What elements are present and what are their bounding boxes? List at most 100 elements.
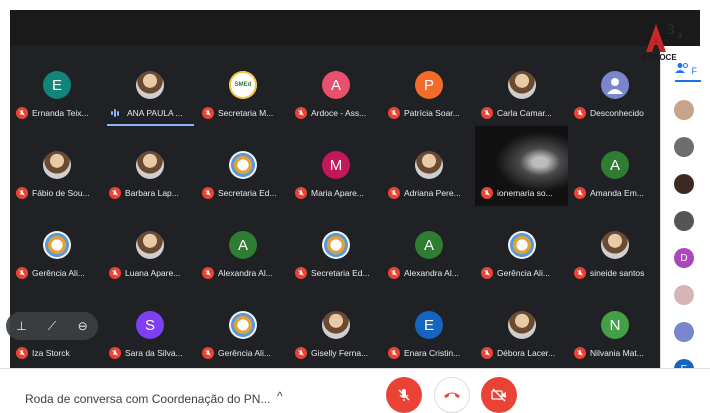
avatar-badge: SMEd <box>229 71 257 99</box>
leave-call-button[interactable] <box>434 377 470 413</box>
participant-name: Gerência Ali... <box>218 348 271 358</box>
participant-tile[interactable]: Carla Camar... <box>475 46 568 126</box>
participant-name: Nilvania Mat... <box>590 348 644 358</box>
participant-tile[interactable]: E Enara Cristin... <box>382 286 475 366</box>
participant-tile[interactable]: A Amanda Em... <box>568 126 661 206</box>
participant-name: Carla Camar... <box>497 108 552 118</box>
participant-nametag: Secretaria Ed... <box>202 187 277 199</box>
side-panel-avatar[interactable] <box>674 100 694 120</box>
participant-avatar <box>322 311 350 339</box>
participant-name: Secretaria Ed... <box>311 268 370 278</box>
participant-nametag: Alexandra Al... <box>202 267 273 279</box>
participant-tile[interactable]: ionemaria so... <box>475 126 568 206</box>
participant-avatar: P <box>415 71 443 99</box>
participant-nametag: ionemaria so... <box>481 187 553 199</box>
participant-name: Giselly Ferna... <box>311 348 369 358</box>
chevron-up-icon[interactable]: ^ <box>277 389 283 403</box>
meeting-title[interactable]: Roda de conversa com Coordenação do PN..… <box>25 392 270 406</box>
participant-tile[interactable]: A Ardoce - Ass... <box>289 46 382 126</box>
mic-off-icon <box>202 347 214 359</box>
participant-name: Barbara Lap... <box>125 188 179 198</box>
side-panel-avatar[interactable] <box>674 285 694 305</box>
mic-off-icon <box>109 267 121 279</box>
person-icon <box>607 78 623 94</box>
side-panel-avatar[interactable] <box>674 174 694 194</box>
participant-avatar <box>322 231 350 259</box>
participant-name: Iza Storck <box>32 348 70 358</box>
mic-off-icon <box>574 187 586 199</box>
participant-nametag: Maria Apare... <box>295 187 364 199</box>
participant-tile[interactable]: Débora Lacer... <box>475 286 568 366</box>
participant-avatar: S <box>136 311 164 339</box>
mute-button[interactable] <box>386 377 422 413</box>
mic-off-icon <box>481 187 493 199</box>
remove-icon[interactable]: ⊖ <box>72 319 94 333</box>
participant-tile[interactable]: Gerência Ali... <box>10 206 103 286</box>
participant-tile[interactable]: Gerência Ali... <box>475 206 568 286</box>
mic-off-icon <box>295 347 307 359</box>
participant-nametag: Alexandra Al... <box>388 267 459 279</box>
participant-avatar <box>601 71 629 99</box>
mic-off-icon <box>16 267 28 279</box>
participant-nametag: Barbara Lap... <box>109 187 179 199</box>
participant-tile[interactable]: M Maria Apare... <box>289 126 382 206</box>
participant-avatar: E <box>43 71 71 99</box>
meet-window: E Ernanda Teix... ANA PAULA ... SMEd Secreta… <box>0 0 710 413</box>
pin-icon[interactable]: ⊥ <box>10 319 32 333</box>
participant-avatar <box>508 231 536 259</box>
participant-avatar <box>136 231 164 259</box>
participant-tile[interactable]: A Alexandra Al... <box>382 206 475 286</box>
participant-nametag: Sara da Silva... <box>109 347 183 359</box>
side-panel-avatar[interactable]: D <box>674 248 694 268</box>
mic-off-icon <box>481 107 493 119</box>
participant-nametag: Débora Lacer... <box>481 347 555 359</box>
participant-tile[interactable]: ANA PAULA ... <box>103 46 196 126</box>
participant-name: Fábio de Sou... <box>32 188 90 198</box>
participant-nametag: Luana Apare... <box>109 267 180 279</box>
participant-tile[interactable]: A Alexandra Al... <box>196 206 289 286</box>
mic-off-icon <box>295 267 307 279</box>
svg-text:3: 3 <box>667 22 675 38</box>
participant-tile[interactable]: Secretaria Ed... <box>289 206 382 286</box>
mic-off-icon <box>202 187 214 199</box>
participant-tile[interactable]: Adriana Pere... <box>382 126 475 206</box>
mic-off-icon[interactable]: ⟋ <box>41 319 63 334</box>
participant-tile[interactable]: Barbara Lap... <box>103 126 196 206</box>
participant-name: Luana Apare... <box>125 268 181 278</box>
mic-off-icon <box>388 267 400 279</box>
participant-nametag: Gerência Ali... <box>16 267 85 279</box>
participant-name: Alexandra Al... <box>404 268 459 278</box>
participant-name: Adriana Pere... <box>404 188 461 198</box>
participant-nametag: Giselly Ferna... <box>295 347 368 359</box>
participant-tile[interactable]: SMEd Secretaria M... <box>196 46 289 126</box>
participant-nametag: Secretaria M... <box>202 107 273 119</box>
participant-tile[interactable]: Secretaria Ed... <box>196 126 289 206</box>
participant-avatar: A <box>229 231 257 259</box>
participant-tile[interactable]: Fábio de Sou... <box>10 126 103 206</box>
participant-avatar: M <box>322 151 350 179</box>
participant-tile[interactable]: Giselly Ferna... <box>289 286 382 366</box>
camera-toggle-button[interactable] <box>481 377 517 413</box>
participant-tile[interactable]: Luana Apare... <box>103 206 196 286</box>
camera-off-icon <box>491 388 506 402</box>
participant-tile[interactable]: sineide santos <box>568 206 661 286</box>
participant-nametag: Fábio de Sou... <box>16 187 90 199</box>
participant-tile[interactable]: N Nilvania Mat... <box>568 286 661 366</box>
participant-name: Maria Apare... <box>311 188 364 198</box>
participant-name: Secretaria M... <box>218 108 274 118</box>
participant-tile[interactable]: Gerência Ali... <box>196 286 289 366</box>
participant-tile[interactable]: S Sara da Silva... <box>103 286 196 366</box>
participant-nametag: Secretaria Ed... <box>295 267 370 279</box>
participant-nametag: Gerência Ali... <box>481 267 550 279</box>
participant-name: Ardoce - Ass... <box>311 108 367 118</box>
side-panel-avatar[interactable] <box>674 211 694 231</box>
mic-off-icon <box>388 107 400 119</box>
participant-tile[interactable]: E Ernanda Teix... <box>10 46 103 126</box>
participant-avatar: SMEd <box>229 71 257 99</box>
people-tab[interactable]: F <box>675 62 699 80</box>
side-panel-avatar[interactable] <box>674 137 694 157</box>
participant-tile[interactable]: P Patrícia Soar... <box>382 46 475 126</box>
participant-name: ionemaria so... <box>497 188 553 198</box>
side-panel-avatar[interactable] <box>674 322 694 342</box>
participant-nametag: Nilvania Mat... <box>574 347 644 359</box>
